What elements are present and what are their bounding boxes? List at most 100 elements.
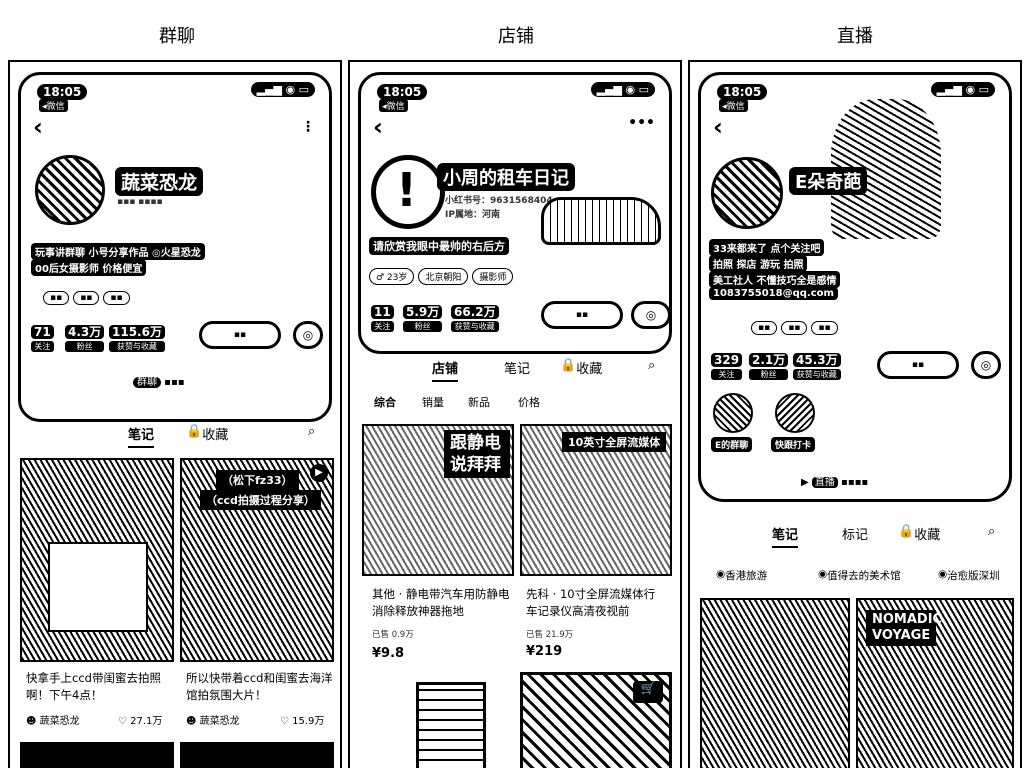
product-sold-1: 已售 0.9万 bbox=[372, 630, 414, 640]
stat-followers[interactable]: 5.9万 粉丝 bbox=[403, 301, 443, 332]
live-panel: 18:05 ◂微信 ▂▄▆ ◉ ▭ ‹ E朵奇葩 33来都来了 点个关注吧 拍照… bbox=[688, 60, 1022, 768]
live-profile-header: 18:05 ◂微信 ▂▄▆ ◉ ▭ ‹ E朵奇葩 33来都来了 点个关注吧 拍照… bbox=[698, 72, 1012, 502]
post-author-1[interactable]: ☻ 蔬菜恐龙 bbox=[26, 712, 80, 727]
stat-following[interactable]: 11 关注 bbox=[371, 301, 394, 332]
post-likes-2[interactable]: ♡ 15.9万 bbox=[280, 712, 324, 727]
profile-chips: ▪▪ ▪▪ ▪▪ bbox=[751, 315, 842, 335]
product-card-2[interactable]: 10英寸全屏流媒体 bbox=[520, 424, 672, 576]
contact-email: 1083755018@qq.com bbox=[709, 287, 838, 300]
stat-followers[interactable]: 4.3万 粉丝 bbox=[65, 321, 105, 352]
shop-panel: 18:05 ◂微信 ▂▄▆ ◉ ▭ ‹ ••• ! 小周的租车日记 小红书号：9… bbox=[348, 60, 682, 768]
column-title-live: 直播 bbox=[837, 26, 873, 47]
circle-avatar-2[interactable] bbox=[775, 393, 815, 433]
avatar[interactable]: ! bbox=[371, 155, 445, 229]
cart-icon[interactable]: 🛒 bbox=[633, 681, 663, 703]
profile-name: E朵奇葩 bbox=[789, 167, 868, 195]
circle-label-2[interactable]: 快跟打卡 bbox=[771, 437, 816, 452]
post-author-2[interactable]: ☻ 蔬菜恐龙 bbox=[186, 712, 240, 727]
search-icon[interactable]: ⌕ bbox=[988, 524, 995, 539]
product-price-1: ¥9.8 bbox=[372, 646, 405, 661]
next-product-preview-1 bbox=[416, 682, 486, 768]
back-icon[interactable]: ‹ bbox=[33, 113, 43, 141]
filter-new[interactable]: 新品 bbox=[468, 394, 490, 410]
post-overlay-2: （ccd拍摄过程分享） bbox=[200, 490, 321, 510]
post-overlay: NOMADIC VOYAGE bbox=[866, 610, 942, 646]
follow-button[interactable]: ▪▪ bbox=[877, 351, 959, 379]
product-card-1[interactable]: 跟静电说拜拜 bbox=[362, 424, 514, 576]
product-price-2: ¥219 bbox=[526, 644, 563, 659]
profile-name: 蔬菜恐龙 bbox=[115, 167, 204, 196]
tab-collect[interactable]: 🔒 收藏 bbox=[560, 358, 602, 377]
product-sold-2: 已售 21.9万 bbox=[526, 630, 574, 640]
group-chat-entry[interactable]: 群聊 ▪▪▪ bbox=[133, 373, 185, 388]
stat-following[interactable]: 329 关注 bbox=[711, 349, 743, 380]
tab-notes[interactable]: 笔记 bbox=[772, 524, 799, 548]
message-icon[interactable]: ◎ bbox=[631, 301, 669, 329]
back-to-wechat[interactable]: ◂微信 bbox=[719, 99, 748, 112]
ip-location: IP属地：河南 bbox=[445, 210, 500, 220]
signal-wifi-icon: ▂▄▆ ◉ ▭ bbox=[930, 82, 995, 97]
stat-likes[interactable]: 66.2万 获赞与收藏 bbox=[451, 301, 499, 332]
exclamation-icon: ! bbox=[396, 163, 417, 217]
account-id: 小红书号：9631568404 bbox=[445, 196, 553, 206]
circle-label-1[interactable]: E的群聊 bbox=[711, 437, 753, 452]
product-caption-1[interactable]: 其他 · 静电带汽车用防静电消除释放神器拖地 bbox=[372, 586, 512, 620]
chip-age: ♂ 23岁 bbox=[369, 268, 415, 285]
status-time: 18:05 bbox=[37, 84, 88, 100]
status-bar: 18:05 ◂微信 ▂▄▆ ◉ ▭ bbox=[717, 81, 995, 112]
next-post-preview-2 bbox=[180, 742, 334, 768]
post-likes-1[interactable]: ♡ 27.1万 bbox=[118, 712, 162, 727]
filter-all[interactable]: 综合 bbox=[374, 394, 396, 410]
back-to-wechat[interactable]: ◂微信 bbox=[379, 99, 408, 112]
message-icon[interactable]: ◎ bbox=[293, 321, 323, 349]
profile-chips: ♂ 23岁 北京朝阳 摄影师 bbox=[369, 265, 517, 285]
tab-notes[interactable]: 笔记 bbox=[128, 424, 155, 448]
live-entry[interactable]: ▶ 直播 ▪▪▪▪ bbox=[801, 473, 868, 488]
filter-sales[interactable]: 销量 bbox=[422, 394, 444, 410]
bio-line-1: 33来都来了 点个关注吧 bbox=[709, 239, 825, 256]
stat-likes[interactable]: 115.6万 获赞与收藏 bbox=[109, 321, 165, 352]
tab-board[interactable]: 标记 bbox=[842, 524, 868, 543]
product-caption-2[interactable]: 先科 · 10寸全屏流媒体行车记录仪高清夜视前 bbox=[526, 586, 666, 620]
avatar[interactable] bbox=[711, 157, 783, 229]
back-to-wechat[interactable]: ◂微信 bbox=[39, 99, 68, 112]
search-icon[interactable]: ⌕ bbox=[308, 424, 315, 439]
follow-button[interactable]: ▪▪ bbox=[541, 301, 623, 329]
signal-wifi-icon: ▂▄▆ ◉ ▭ bbox=[590, 82, 655, 97]
post-caption-1[interactable]: 快拿手上ccd带闺蜜去拍照啊！下午4点！ bbox=[26, 670, 174, 704]
back-icon[interactable]: ‹ bbox=[713, 113, 723, 141]
status-bar: 18:05 ◂微信 ▂▄▆ ◉ ▭ bbox=[377, 81, 655, 112]
avatar[interactable] bbox=[35, 155, 105, 225]
bio-line-3: 美工社人 不懂技巧全是感情 bbox=[709, 271, 841, 288]
shop-filters: 综合 销量 新品 价格 bbox=[350, 394, 680, 414]
video-play-icon: ▶ bbox=[310, 464, 328, 482]
more-icon[interactable]: ⋮ bbox=[301, 119, 315, 135]
tab-collect[interactable]: 🔒 收藏 bbox=[898, 524, 940, 543]
tab-notes[interactable]: 笔记 bbox=[504, 358, 530, 377]
back-icon[interactable]: ‹ bbox=[373, 113, 383, 141]
post-card-1[interactable] bbox=[20, 458, 174, 662]
stat-likes[interactable]: 45.3万 获赞与收藏 bbox=[793, 349, 841, 380]
next-product-preview-2: 🛒 bbox=[520, 672, 672, 768]
search-icon[interactable]: ⌕ bbox=[648, 358, 655, 373]
stat-followers[interactable]: 2.1万 粉丝 bbox=[749, 349, 789, 380]
more-icon[interactable]: ••• bbox=[628, 115, 655, 131]
circle-avatar-1[interactable] bbox=[713, 393, 753, 433]
chip-city: 北京朝阳 bbox=[418, 268, 469, 285]
post-caption-2[interactable]: 所以快带着ccd和闺蜜去海洋馆拍氛围大片！ bbox=[186, 670, 334, 704]
post-card-2[interactable]: （松下fz33） （ccd拍摄过程分享） ▶ bbox=[180, 458, 334, 662]
stat-following[interactable]: 71 关注 bbox=[31, 321, 54, 352]
filter-price[interactable]: 价格 bbox=[518, 394, 540, 410]
bio-line-2: 拍照 探店 游玩 拍照 bbox=[709, 255, 808, 272]
collection-museum[interactable]: ◉ 值得去的美术馆 bbox=[818, 568, 901, 582]
collection-hk[interactable]: ◉ 香港旅游 bbox=[716, 568, 767, 582]
follow-button[interactable]: ▪▪ bbox=[199, 321, 281, 349]
tab-shop[interactable]: 店铺 bbox=[432, 358, 459, 382]
message-icon[interactable]: ◎ bbox=[971, 351, 1001, 379]
collection-shenzhen[interactable]: ◉ 治愈版深圳 bbox=[938, 568, 1000, 582]
tab-collect[interactable]: 🔒 收藏 bbox=[186, 424, 228, 443]
post-card-1[interactable] bbox=[700, 598, 850, 768]
live-entry-label: 直播 bbox=[811, 477, 838, 488]
post-card-2[interactable]: NOMADIC VOYAGE bbox=[856, 598, 1014, 768]
product-banner-1: 跟静电说拜拜 bbox=[444, 430, 510, 478]
